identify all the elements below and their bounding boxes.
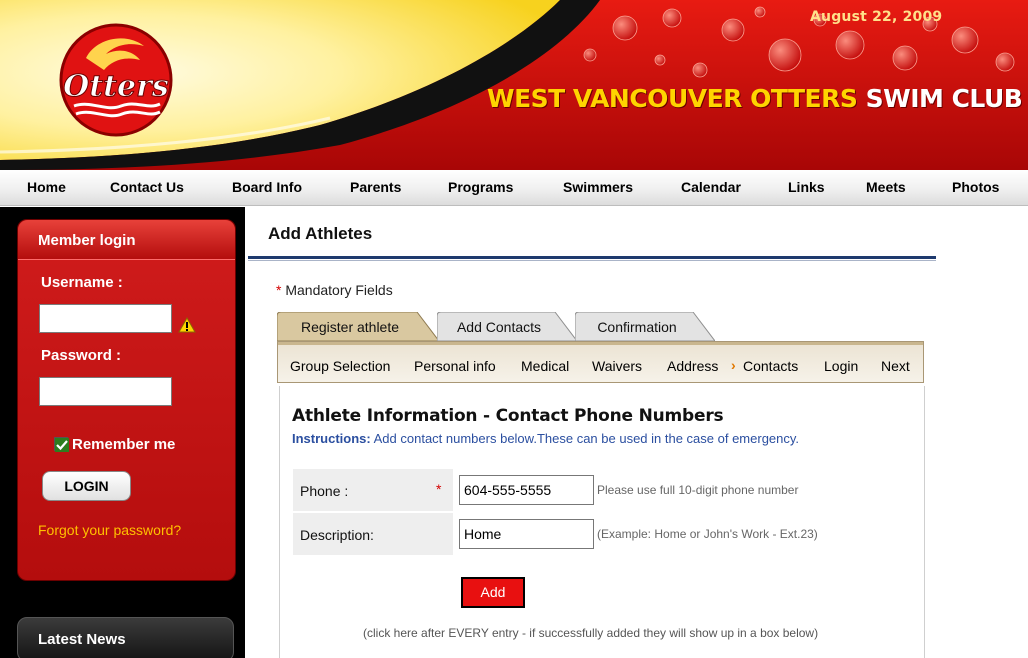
phone-label-cell: Phone : — [293, 469, 453, 511]
description-hint: (Example: Home or John's Work - Ext.23) — [597, 527, 818, 541]
step-next[interactable]: Next — [881, 358, 910, 374]
nav-programs[interactable]: Programs — [448, 179, 513, 195]
site-title-suffix: SWIM CLUB — [865, 84, 1023, 113]
latest-news-panel[interactable]: Latest News — [17, 617, 234, 658]
main-nav: Home Contact Us Board Info Parents Progr… — [0, 170, 1028, 206]
member-login-header: Member login — [18, 220, 235, 260]
tab-label: Register athlete — [300, 319, 400, 335]
step-address[interactable]: Address — [667, 358, 718, 374]
step-personal-info[interactable]: Personal info — [414, 358, 496, 374]
phone-label: Phone : — [300, 483, 349, 499]
site-header: August 22, 2009 Otters WEST VANCOUVER OT… — [0, 0, 1028, 170]
remember-me-checkbox[interactable] — [54, 437, 69, 452]
phone-required-star: * — [436, 481, 442, 497]
instructions-label: Instructions: — [292, 431, 371, 446]
step-medical[interactable]: Medical — [521, 358, 569, 374]
tab-label: Add Contacts — [456, 319, 542, 335]
mandatory-star: * — [276, 282, 282, 298]
tab-label: Confirmation — [597, 319, 677, 335]
member-login-title: Member login — [38, 232, 136, 249]
nav-board-info[interactable]: Board Info — [232, 179, 302, 195]
tab-confirmation[interactable]: Confirmation — [575, 312, 715, 341]
title-divider — [248, 256, 936, 259]
checkmark-icon — [55, 438, 69, 452]
tab-register-athlete[interactable]: Register athlete — [277, 312, 439, 341]
site-title-main: WEST VANCOUVER OTTERS — [487, 84, 858, 113]
mandatory-text: Mandatory Fields — [285, 282, 393, 298]
phone-hint: Please use full 10-digit phone number — [597, 483, 799, 497]
add-button-note: (click here after EVERY entry - if succe… — [363, 626, 819, 640]
step-contacts[interactable]: Contacts — [743, 358, 798, 374]
mandatory-fields-note: * Mandatory Fields — [276, 282, 393, 298]
nav-photos[interactable]: Photos — [952, 179, 999, 195]
nav-calendar[interactable]: Calendar — [681, 179, 741, 195]
password-label: Password : — [41, 347, 122, 364]
login-button[interactable]: LOGIN — [42, 471, 131, 501]
instructions: Instructions: Add contact numbers below.… — [292, 431, 799, 446]
otters-logo-icon[interactable]: Otters — [56, 20, 176, 138]
add-contact-button[interactable]: Add — [461, 577, 525, 608]
description-label-cell: Description: — [293, 513, 453, 555]
nav-home[interactable]: Home — [27, 179, 66, 195]
step-group-selection[interactable]: Group Selection — [290, 358, 390, 374]
step-login[interactable]: Login — [824, 358, 858, 374]
member-login-panel: Member login Username : Password : Remem… — [17, 219, 236, 581]
sidebar: Member login Username : Password : Remem… — [0, 207, 245, 658]
description-label: Description: — [300, 527, 374, 543]
section-title: Athlete Information - Contact Phone Numb… — [292, 406, 724, 426]
header-date: August 22, 2009 — [810, 9, 943, 25]
site-title: WEST VANCOUVER OTTERS SWIM CLUB — [487, 84, 1023, 113]
nav-contact-us[interactable]: Contact Us — [110, 179, 184, 195]
title-divider-thin — [248, 260, 936, 261]
forgot-password-link[interactable]: Forgot your password? — [38, 522, 181, 538]
tab-add-contacts[interactable]: Add Contacts — [437, 312, 577, 341]
username-label: Username : — [41, 274, 123, 291]
password-input[interactable] — [39, 377, 172, 406]
warning-icon — [178, 317, 196, 333]
logo-text: Otters — [63, 69, 169, 104]
remember-me-label[interactable]: Remember me — [72, 436, 175, 453]
registration-steps-bar: Group Selection Personal info Medical Wa… — [277, 341, 924, 383]
step-waivers[interactable]: Waivers — [592, 358, 642, 374]
nav-parents[interactable]: Parents — [350, 179, 401, 195]
nav-swimmers[interactable]: Swimmers — [563, 179, 633, 195]
phone-input[interactable] — [459, 475, 594, 505]
page-title: Add Athletes — [268, 224, 373, 243]
nav-links[interactable]: Links — [788, 179, 825, 195]
latest-news-title: Latest News — [38, 631, 126, 648]
current-step-arrow-icon: › — [731, 357, 736, 373]
username-input[interactable] — [39, 304, 172, 333]
nav-meets[interactable]: Meets — [866, 179, 906, 195]
instructions-text: Add contact numbers below.These can be u… — [370, 431, 800, 446]
description-input[interactable] — [459, 519, 594, 549]
